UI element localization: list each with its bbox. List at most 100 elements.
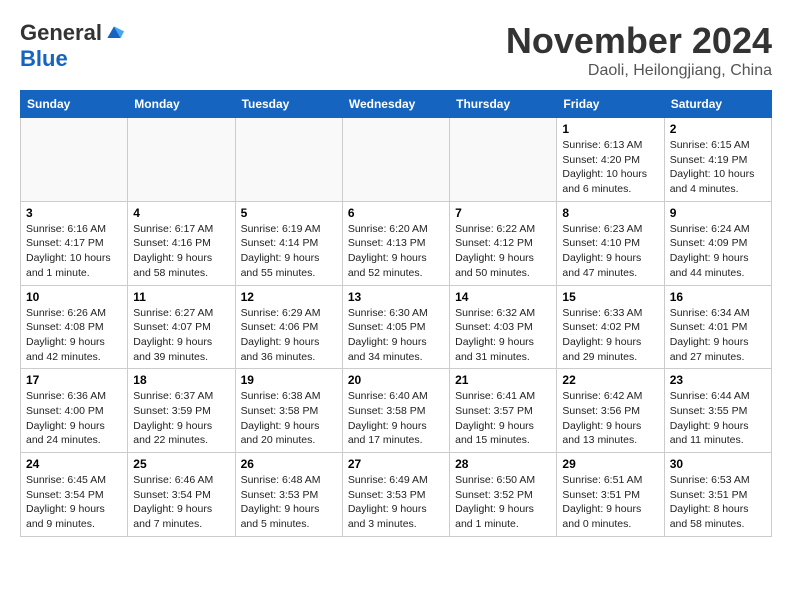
- title-area: November 2024 Daoli, Heilongjiang, China: [506, 20, 772, 80]
- day-number: 29: [562, 457, 658, 471]
- day-info: Sunrise: 6:23 AM Sunset: 4:10 PM Dayligh…: [562, 222, 658, 281]
- calendar-day-cell: 29 Sunrise: 6:51 AM Sunset: 3:51 PM Dayli…: [557, 453, 664, 537]
- calendar-day-cell: 25 Sunrise: 6:46 AM Sunset: 3:54 PM Dayli…: [128, 453, 235, 537]
- day-info: Sunrise: 6:36 AM Sunset: 4:00 PM Dayligh…: [26, 389, 122, 448]
- logo-icon: [104, 23, 124, 43]
- day-number: 11: [133, 290, 229, 304]
- day-number: 23: [670, 373, 766, 387]
- calendar-day-cell: 17 Sunrise: 6:36 AM Sunset: 4:00 PM Dayli…: [21, 369, 128, 453]
- day-number: 13: [348, 290, 444, 304]
- calendar-day-cell: 24 Sunrise: 6:45 AM Sunset: 3:54 PM Dayli…: [21, 453, 128, 537]
- calendar-day-cell: 16Sunrise: 6:34 AM Sunset: 4:01 PM Dayli…: [664, 285, 771, 369]
- day-info: Sunrise: 6:51 AM Sunset: 3:51 PM Dayligh…: [562, 473, 658, 532]
- logo-blue-text: Blue: [20, 46, 68, 71]
- calendar-day-cell: [450, 118, 557, 202]
- day-number: 25: [133, 457, 229, 471]
- day-number: 4: [133, 206, 229, 220]
- day-info: Sunrise: 6:32 AM Sunset: 4:03 PM Dayligh…: [455, 306, 551, 365]
- day-number: 22: [562, 373, 658, 387]
- calendar-day-cell: [128, 118, 235, 202]
- calendar-day-cell: 12Sunrise: 6:29 AM Sunset: 4:06 PM Dayli…: [235, 285, 342, 369]
- day-info: Sunrise: 6:44 AM Sunset: 3:55 PM Dayligh…: [670, 389, 766, 448]
- calendar-week-row: 17 Sunrise: 6:36 AM Sunset: 4:00 PM Dayli…: [21, 369, 772, 453]
- day-info: Sunrise: 6:15 AM Sunset: 4:19 PM Dayligh…: [670, 138, 766, 197]
- calendar: Sunday Monday Tuesday Wednesday Thursday…: [20, 90, 772, 537]
- calendar-day-cell: 18Sunrise: 6:37 AM Sunset: 3:59 PM Dayli…: [128, 369, 235, 453]
- day-number: 24: [26, 457, 122, 471]
- calendar-day-cell: 22Sunrise: 6:42 AM Sunset: 3:56 PM Dayli…: [557, 369, 664, 453]
- calendar-day-cell: 8 Sunrise: 6:23 AM Sunset: 4:10 PM Daylig…: [557, 201, 664, 285]
- day-number: 3: [26, 206, 122, 220]
- calendar-day-cell: 13 Sunrise: 6:30 AM Sunset: 4:05 PM Dayli…: [342, 285, 449, 369]
- day-info: Sunrise: 6:40 AM Sunset: 3:58 PM Dayligh…: [348, 389, 444, 448]
- day-info: Sunrise: 6:41 AM Sunset: 3:57 PM Dayligh…: [455, 389, 551, 448]
- calendar-day-cell: 26Sunrise: 6:48 AM Sunset: 3:53 PM Dayli…: [235, 453, 342, 537]
- calendar-day-cell: [21, 118, 128, 202]
- calendar-day-cell: 21 Sunrise: 6:41 AM Sunset: 3:57 PM Dayli…: [450, 369, 557, 453]
- col-wednesday: Wednesday: [342, 91, 449, 118]
- day-number: 1: [562, 122, 658, 136]
- day-info: Sunrise: 6:37 AM Sunset: 3:59 PM Dayligh…: [133, 389, 229, 448]
- day-number: 17: [26, 373, 122, 387]
- logo: General Blue: [20, 20, 124, 72]
- day-info: Sunrise: 6:22 AM Sunset: 4:12 PM Dayligh…: [455, 222, 551, 281]
- calendar-week-row: 3 Sunrise: 6:16 AM Sunset: 4:17 PM Daylig…: [21, 201, 772, 285]
- col-monday: Monday: [128, 91, 235, 118]
- day-number: 8: [562, 206, 658, 220]
- day-number: 19: [241, 373, 337, 387]
- day-number: 16: [670, 290, 766, 304]
- calendar-day-cell: 28 Sunrise: 6:50 AM Sunset: 3:52 PM Dayli…: [450, 453, 557, 537]
- day-number: 2: [670, 122, 766, 136]
- day-info: Sunrise: 6:20 AM Sunset: 4:13 PM Dayligh…: [348, 222, 444, 281]
- calendar-week-row: 1 Sunrise: 6:13 AM Sunset: 4:20 PM Daylig…: [21, 118, 772, 202]
- day-info: Sunrise: 6:45 AM Sunset: 3:54 PM Dayligh…: [26, 473, 122, 532]
- day-number: 14: [455, 290, 551, 304]
- day-number: 26: [241, 457, 337, 471]
- calendar-week-row: 10 Sunrise: 6:26 AM Sunset: 4:08 PM Dayli…: [21, 285, 772, 369]
- calendar-day-cell: 11 Sunrise: 6:27 AM Sunset: 4:07 PM Dayli…: [128, 285, 235, 369]
- calendar-day-cell: 7 Sunrise: 6:22 AM Sunset: 4:12 PM Daylig…: [450, 201, 557, 285]
- day-info: Sunrise: 6:27 AM Sunset: 4:07 PM Dayligh…: [133, 306, 229, 365]
- day-number: 15: [562, 290, 658, 304]
- calendar-day-cell: 5 Sunrise: 6:19 AM Sunset: 4:14 PM Daylig…: [235, 201, 342, 285]
- day-info: Sunrise: 6:33 AM Sunset: 4:02 PM Dayligh…: [562, 306, 658, 365]
- col-sunday: Sunday: [21, 91, 128, 118]
- location: Daoli, Heilongjiang, China: [506, 62, 772, 80]
- day-info: Sunrise: 6:38 AM Sunset: 3:58 PM Dayligh…: [241, 389, 337, 448]
- day-number: 7: [455, 206, 551, 220]
- calendar-day-cell: 3 Sunrise: 6:16 AM Sunset: 4:17 PM Daylig…: [21, 201, 128, 285]
- day-info: Sunrise: 6:29 AM Sunset: 4:06 PM Dayligh…: [241, 306, 337, 365]
- calendar-day-cell: 6Sunrise: 6:20 AM Sunset: 4:13 PM Daylig…: [342, 201, 449, 285]
- calendar-day-cell: 20 Sunrise: 6:40 AM Sunset: 3:58 PM Dayli…: [342, 369, 449, 453]
- calendar-day-cell: 27Sunrise: 6:49 AM Sunset: 3:53 PM Dayli…: [342, 453, 449, 537]
- day-number: 28: [455, 457, 551, 471]
- day-number: 10: [26, 290, 122, 304]
- calendar-day-cell: 10 Sunrise: 6:26 AM Sunset: 4:08 PM Dayli…: [21, 285, 128, 369]
- day-info: Sunrise: 6:16 AM Sunset: 4:17 PM Dayligh…: [26, 222, 122, 281]
- day-info: Sunrise: 6:30 AM Sunset: 4:05 PM Dayligh…: [348, 306, 444, 365]
- day-info: Sunrise: 6:50 AM Sunset: 3:52 PM Dayligh…: [455, 473, 551, 532]
- day-number: 30: [670, 457, 766, 471]
- calendar-day-cell: 30 Sunrise: 6:53 AM Sunset: 3:51 PM Dayli…: [664, 453, 771, 537]
- day-info: Sunrise: 6:19 AM Sunset: 4:14 PM Dayligh…: [241, 222, 337, 281]
- day-info: Sunrise: 6:53 AM Sunset: 3:51 PM Dayligh…: [670, 473, 766, 532]
- day-info: Sunrise: 6:13 AM Sunset: 4:20 PM Dayligh…: [562, 138, 658, 197]
- day-number: 20: [348, 373, 444, 387]
- day-number: 21: [455, 373, 551, 387]
- col-thursday: Thursday: [450, 91, 557, 118]
- day-number: 5: [241, 206, 337, 220]
- col-saturday: Saturday: [664, 91, 771, 118]
- calendar-week-row: 24 Sunrise: 6:45 AM Sunset: 3:54 PM Dayli…: [21, 453, 772, 537]
- calendar-day-cell: [235, 118, 342, 202]
- day-number: 27: [348, 457, 444, 471]
- calendar-day-cell: [342, 118, 449, 202]
- day-info: Sunrise: 6:46 AM Sunset: 3:54 PM Dayligh…: [133, 473, 229, 532]
- day-number: 9: [670, 206, 766, 220]
- calendar-day-cell: 4Sunrise: 6:17 AM Sunset: 4:16 PM Daylig…: [128, 201, 235, 285]
- calendar-day-cell: 2 Sunrise: 6:15 AM Sunset: 4:19 PM Daylig…: [664, 118, 771, 202]
- calendar-day-cell: 14 Sunrise: 6:32 AM Sunset: 4:03 PM Dayli…: [450, 285, 557, 369]
- calendar-day-cell: 1 Sunrise: 6:13 AM Sunset: 4:20 PM Daylig…: [557, 118, 664, 202]
- day-info: Sunrise: 6:26 AM Sunset: 4:08 PM Dayligh…: [26, 306, 122, 365]
- calendar-header-row: Sunday Monday Tuesday Wednesday Thursday…: [21, 91, 772, 118]
- calendar-day-cell: 23 Sunrise: 6:44 AM Sunset: 3:55 PM Dayli…: [664, 369, 771, 453]
